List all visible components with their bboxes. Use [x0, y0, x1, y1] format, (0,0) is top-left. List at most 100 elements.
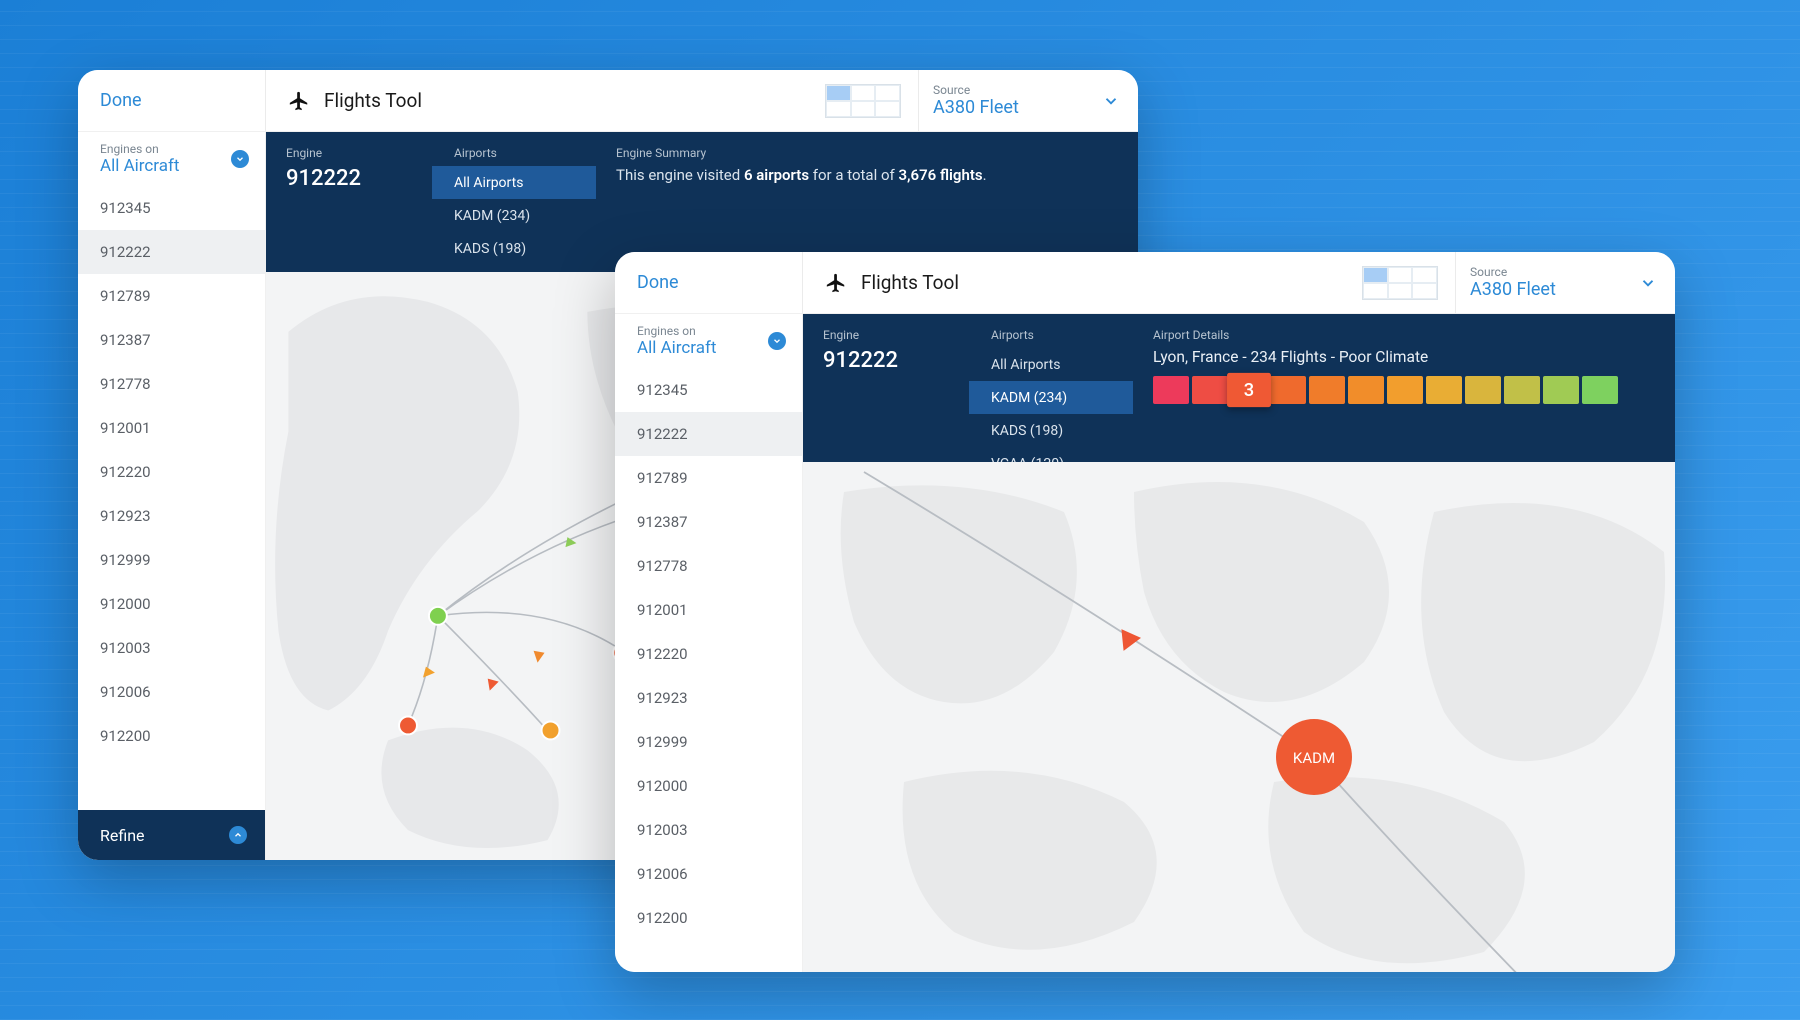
chevron-down-icon — [768, 332, 786, 350]
heat-cell[interactable] — [1543, 376, 1579, 404]
climate-heat-scale: 3 — [1153, 376, 1655, 404]
airports-column: Airports All AirportsKADM (234)KADS (198… — [432, 132, 596, 272]
view-thumbnail[interactable] — [1345, 252, 1455, 313]
summary-text: This engine visited 6 airports for a tot… — [616, 166, 1118, 184]
refine-button[interactable]: Refine — [78, 810, 265, 860]
done-label: Done — [637, 272, 679, 293]
sidebar: Engines on All Aircraft 9123459122229127… — [78, 132, 266, 860]
airport-list: All AirportsKADM (234)KADS (198)VCAA (12… — [969, 348, 1133, 480]
airport-item[interactable]: KADS (198) — [432, 232, 596, 265]
engine-header: Engine 912222 Airports All AirportsKADM … — [266, 132, 1138, 272]
engine-item[interactable]: 912778 — [615, 544, 802, 588]
engine-item[interactable]: 912000 — [78, 582, 265, 626]
heat-cell[interactable] — [1192, 376, 1228, 404]
engine-item[interactable]: 912222 — [78, 230, 265, 274]
engine-column: Engine 912222 — [803, 314, 969, 462]
heat-cell[interactable] — [1153, 376, 1189, 404]
engines-on-label: Engines on — [637, 324, 716, 338]
heat-cell[interactable] — [1504, 376, 1540, 404]
engine-item[interactable]: 912220 — [615, 632, 802, 676]
airplane-icon — [288, 90, 310, 112]
engine-item[interactable]: 912000 — [615, 764, 802, 808]
engine-item[interactable]: 912200 — [78, 714, 265, 758]
summary-column: Engine Summary This engine visited 6 air… — [596, 132, 1138, 272]
heat-cell[interactable] — [1582, 376, 1618, 404]
airplane-icon — [825, 272, 847, 294]
title-area: Flights Tool — [266, 70, 808, 131]
airport-item[interactable]: All Airports — [969, 348, 1133, 381]
airport-item[interactable]: KADM (234) — [432, 199, 596, 232]
done-button[interactable]: Done — [78, 70, 266, 131]
airport-item[interactable]: All Airports — [432, 166, 596, 199]
heat-cell[interactable]: 3 — [1227, 373, 1271, 407]
engine-item[interactable]: 912789 — [615, 456, 802, 500]
engine-value: 912222 — [823, 348, 949, 373]
engine-item[interactable]: 912006 — [615, 852, 802, 896]
engine-item[interactable]: 912778 — [78, 362, 265, 406]
airport-item[interactable]: KADM (234) — [969, 381, 1133, 414]
flights-panel-front: Done Flights Tool Source A380 Fleet — [615, 252, 1675, 972]
airport-marker[interactable]: KADM — [1276, 719, 1352, 795]
engine-list: 9123459122229127899123879127789120019122… — [78, 186, 265, 810]
heat-cell[interactable] — [1309, 376, 1345, 404]
heat-cell[interactable] — [1465, 376, 1501, 404]
chevron-down-icon — [1102, 92, 1120, 110]
engine-item[interactable]: 912001 — [615, 588, 802, 632]
chevron-down-icon — [231, 150, 249, 168]
engine-item[interactable]: 912999 — [78, 538, 265, 582]
heat-cell[interactable] — [1348, 376, 1384, 404]
aircraft-filter-dropdown[interactable]: Engines on All Aircraft — [78, 132, 265, 186]
engine-item[interactable]: 912003 — [615, 808, 802, 852]
airports-label: Airports — [969, 328, 1133, 342]
engine-item[interactable]: 912387 — [78, 318, 265, 362]
view-thumbnail[interactable] — [808, 70, 918, 131]
heat-cell[interactable] — [1387, 376, 1423, 404]
airport-item[interactable]: KADS (198) — [969, 414, 1133, 447]
engine-item[interactable]: 912222 — [615, 412, 802, 456]
airport-map[interactable]: KADM — [803, 462, 1675, 972]
done-button[interactable]: Done — [615, 252, 803, 313]
top-bar: Done Flights Tool Source A380 Fleet — [78, 70, 1138, 132]
chevron-down-icon — [1639, 274, 1657, 292]
source-value: A380 Fleet — [933, 97, 1019, 118]
svg-text:KADM: KADM — [1293, 749, 1335, 767]
europe-map-icon: KADM — [803, 462, 1675, 972]
engine-value: 912222 — [286, 166, 412, 191]
route-arrow-icon — [1122, 630, 1140, 650]
engine-item[interactable]: 912345 — [78, 186, 265, 230]
engine-label: Engine — [823, 328, 949, 342]
engine-item[interactable]: 912001 — [78, 406, 265, 450]
engine-item[interactable]: 912345 — [615, 368, 802, 412]
engine-item[interactable]: 912006 — [78, 670, 265, 714]
engine-item[interactable]: 912387 — [615, 500, 802, 544]
source-dropdown[interactable]: Source A380 Fleet — [918, 70, 1138, 131]
engine-list: 9123459122229127899123879127789120019122… — [615, 368, 802, 972]
heat-cell[interactable] — [1426, 376, 1462, 404]
engine-column: Engine 912222 — [266, 132, 432, 272]
engine-item[interactable]: 912923 — [78, 494, 265, 538]
airports-column: Airports All AirportsKADM (234)KADS (198… — [969, 314, 1133, 462]
heat-cell[interactable] — [1270, 376, 1306, 404]
engine-header: Engine 912222 Airports All AirportsKADM … — [803, 314, 1675, 462]
source-label: Source — [933, 83, 1019, 97]
engine-item[interactable]: 912200 — [615, 896, 802, 940]
engine-item[interactable]: 912003 — [78, 626, 265, 670]
detail-label: Airport Details — [1153, 328, 1655, 342]
engine-item[interactable]: 912923 — [615, 676, 802, 720]
aircraft-filter-value: All Aircraft — [100, 156, 179, 176]
aircraft-filter-dropdown[interactable]: Engines on All Aircraft — [615, 314, 802, 368]
aircraft-filter-value: All Aircraft — [637, 338, 716, 358]
source-label: Source — [1470, 265, 1556, 279]
source-dropdown[interactable]: Source A380 Fleet — [1455, 252, 1675, 313]
grid-thumb-icon — [1362, 266, 1438, 300]
engine-item[interactable]: 912220 — [78, 450, 265, 494]
tool-title: Flights Tool — [324, 89, 422, 112]
refine-label: Refine — [100, 826, 145, 845]
top-bar: Done Flights Tool Source A380 Fleet — [615, 252, 1675, 314]
engine-item[interactable]: 912789 — [78, 274, 265, 318]
engine-item[interactable]: 912999 — [615, 720, 802, 764]
source-value: A380 Fleet — [1470, 279, 1556, 300]
sidebar: Engines on All Aircraft 9123459122229127… — [615, 314, 803, 972]
done-label: Done — [100, 90, 142, 111]
engine-label: Engine — [286, 146, 412, 160]
